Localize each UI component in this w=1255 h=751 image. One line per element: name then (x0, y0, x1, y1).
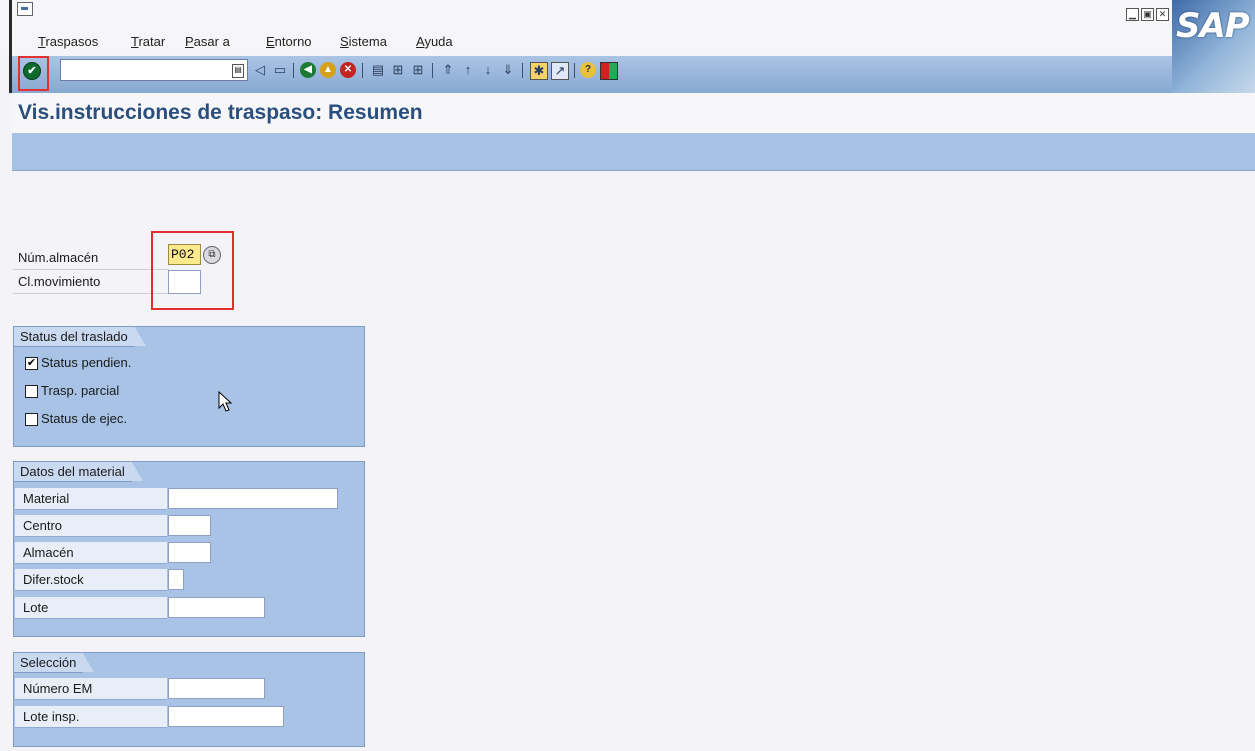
movement-type-label: Cl.movimiento (18, 274, 101, 289)
toolbar-separator (574, 63, 575, 78)
menu-tratar[interactable]: Tratar (131, 34, 165, 49)
input-highlight-box (151, 231, 234, 310)
execution-status-checkbox[interactable] (25, 413, 38, 427)
create-shortcut-icon[interactable]: ↗ (551, 62, 569, 80)
gr-number-input[interactable] (168, 678, 265, 699)
close-icon[interactable]: ✕ (1156, 8, 1169, 21)
selection-group-title: Selección (14, 652, 95, 673)
find-next-icon[interactable]: ⊞ (410, 62, 426, 78)
toolbar-separator (362, 63, 363, 78)
warehouse-label: Núm.almacén (18, 250, 99, 265)
application-toolbar (12, 133, 1255, 171)
save-icon[interactable]: ▭ (272, 62, 288, 78)
stock-category-label: Difer.stock (15, 569, 167, 591)
command-field[interactable] (60, 59, 248, 81)
toolbar-separator (432, 63, 433, 78)
mouse-cursor-icon (218, 391, 233, 412)
sap-logo-text: SAP (1176, 6, 1250, 46)
find-icon[interactable]: ⊞ (390, 62, 406, 78)
storage-location-input[interactable] (168, 542, 211, 563)
inspection-lot-input[interactable] (168, 706, 284, 727)
toolbar-separator (522, 63, 523, 78)
partial-transfer-checkbox[interactable] (25, 385, 38, 399)
batch-input[interactable] (168, 597, 265, 618)
print-icon[interactable]: ▤ (370, 62, 386, 78)
menu-ayuda[interactable]: Ayuda (416, 34, 453, 49)
last-page-icon[interactable]: ⇓ (500, 62, 516, 78)
help-icon[interactable]: ? (580, 62, 596, 78)
status-pending-row[interactable]: ✔ Status pendien. (25, 353, 131, 373)
partial-transfer-row[interactable]: Trasp. parcial (25, 381, 119, 401)
page-title: Vis.instrucciones de traspaso: Resumen (18, 101, 423, 124)
gr-number-label: Número EM (15, 678, 167, 700)
first-page-icon[interactable]: ⇑ (440, 62, 456, 78)
material-group-title: Datos del material (14, 461, 143, 482)
system-menu-icon[interactable] (17, 2, 33, 16)
menu-entorno[interactable]: Entorno (266, 34, 312, 49)
toolbar-separator (293, 63, 294, 78)
stock-category-input[interactable] (168, 569, 184, 590)
previous-page-icon[interactable]: ↑ (460, 62, 476, 78)
inspection-lot-label: Lote insp. (15, 706, 167, 728)
execution-status-row[interactable]: Status de ejec. (25, 409, 127, 429)
maximize-icon[interactable]: ▣ (1141, 8, 1154, 21)
batch-label: Lote (15, 597, 167, 619)
menu-sistema[interactable]: Sistema (340, 34, 387, 49)
partial-transfer-label: Trasp. parcial (41, 383, 120, 398)
back-arrow-icon[interactable]: ◁ (252, 62, 268, 78)
material-input[interactable] (168, 488, 338, 509)
exit-icon[interactable]: ▲ (320, 62, 336, 78)
plant-input[interactable] (168, 515, 211, 536)
status-pending-checkbox[interactable]: ✔ (25, 357, 38, 371)
minimize-icon[interactable]: ▁ (1126, 8, 1139, 21)
plant-label: Centro (15, 515, 167, 537)
next-page-icon[interactable]: ↓ (480, 62, 496, 78)
enter-icon[interactable]: ✔ (23, 62, 41, 80)
command-history-icon[interactable]: ▤ (232, 64, 244, 78)
layout-menu-icon[interactable] (600, 62, 618, 80)
menu-pasar-a[interactable]: Pasar a (185, 34, 230, 49)
storage-location-label: Almacén (15, 542, 167, 564)
status-group-title: Status del traslado (14, 326, 146, 347)
execution-status-label: Status de ejec. (41, 411, 127, 426)
cancel-icon[interactable]: ✕ (340, 62, 356, 78)
create-session-icon[interactable]: ✱ (530, 62, 548, 80)
menu-traspasos[interactable]: Traspasos (38, 34, 98, 49)
status-pending-label: Status pendien. (41, 355, 132, 370)
back-icon[interactable]: ◀ (300, 62, 316, 78)
material-label: Material (15, 488, 167, 510)
